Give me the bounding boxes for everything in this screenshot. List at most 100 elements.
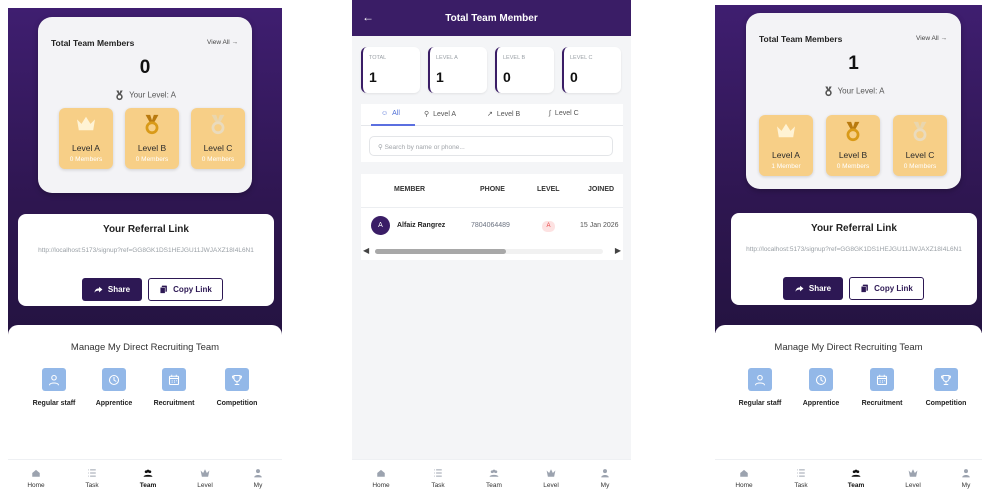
level-crown-icon [185, 468, 225, 478]
tab-level-a[interactable]: ⚲ Level A [424, 110, 457, 119]
copy-link-button[interactable]: Copy Link [849, 277, 924, 300]
level-name: Level B [838, 150, 868, 160]
nav-team[interactable]: Team [474, 468, 514, 489]
nav-home[interactable]: Home [16, 468, 56, 489]
view-all-link[interactable]: View All → [916, 35, 947, 42]
scroll-left-icon[interactable]: ◀ [363, 246, 369, 255]
stat-value: 0 [503, 69, 511, 85]
scroll-right-icon[interactable]: ▶ [615, 246, 621, 255]
regular-staff-item[interactable]: Regular staff [730, 368, 790, 407]
level-a-card[interactable]: Level A 0 Members [59, 108, 113, 169]
your-level-label: Your Level: A [837, 86, 885, 96]
scroll-thumb[interactable] [375, 249, 506, 254]
recruitment-item[interactable]: Recruitment [852, 368, 912, 407]
stat-key: TOTAL [369, 55, 387, 61]
silver-medal-icon [893, 121, 947, 143]
apprentice-item[interactable]: Apprentice [84, 368, 144, 407]
tab-level-c[interactable]: ∫ Level C [549, 110, 579, 117]
nav-task[interactable]: Task [72, 468, 112, 489]
manage-team-section: Manage My Direct Recruiting Team Regular… [715, 325, 982, 459]
nav-task[interactable]: Task [418, 468, 458, 489]
nav-home[interactable]: Home [724, 468, 764, 489]
tab-label: Level A [433, 110, 457, 118]
header-bar: ← Total Team Member [352, 0, 631, 36]
bottom-nav: Home Task Team Level My [8, 459, 282, 491]
share-button[interactable]: Share [82, 278, 142, 301]
your-level: Your Level: A [746, 86, 961, 97]
team-summary-title: Total Team Members [759, 34, 843, 44]
copy-icon [159, 285, 168, 294]
item-label: Apprentice [95, 400, 133, 407]
nav-home[interactable]: Home [361, 468, 401, 489]
your-level: Your Level: A [38, 90, 252, 101]
item-label: Apprentice [802, 400, 840, 407]
referral-card: Your Referral Link http://localhost:5173… [731, 213, 977, 305]
level-b-card[interactable]: Level B 0 Members [125, 108, 179, 169]
nav-label: Task [794, 482, 808, 489]
share-button[interactable]: Share [783, 277, 843, 300]
team-member-screen: ← Total Team Member TOTAL 1 LEVEL A 1 LEVE… [352, 0, 631, 491]
stats-row: TOTAL 1 LEVEL A 1 LEVEL B 0 LEVEL C 0 [361, 47, 623, 93]
level-a-card[interactable]: Level A 1 Member [759, 115, 813, 176]
bottom-nav: Home Task Team Level My [352, 459, 631, 491]
profile-icon [946, 468, 982, 478]
calendar-icon [870, 368, 894, 391]
gold-medal-icon [826, 121, 880, 143]
referral-title: Your Referral Link [811, 223, 897, 234]
nav-team[interactable]: Team [836, 468, 876, 489]
level-name: Level A [772, 150, 800, 160]
person-icon [42, 368, 66, 391]
item-label: Competition [925, 400, 967, 407]
regular-staff-item[interactable]: Regular staff [24, 368, 84, 407]
header-divider [361, 207, 623, 208]
tab-all[interactable]: ☺ All [381, 110, 400, 117]
users-icon: ☺ [381, 110, 389, 117]
nav-my[interactable]: My [238, 468, 278, 489]
item-label: Regular staff [32, 400, 76, 407]
nav-level[interactable]: Level [185, 468, 225, 489]
team-summary-title: Total Team Members [51, 38, 135, 48]
recruitment-item[interactable]: Recruitment [144, 368, 204, 407]
task-list-icon [781, 468, 821, 478]
trophy-icon: ⚲ [424, 111, 430, 118]
medal-icon [823, 86, 834, 97]
apprentice-item[interactable]: Apprentice [791, 368, 851, 407]
member-name[interactable]: Alfaiz Rangrez [397, 222, 445, 229]
copy-label: Copy Link [874, 284, 913, 293]
level-c-card[interactable]: Level C 0 Members [893, 115, 947, 176]
competition-item[interactable]: Competition [207, 368, 267, 407]
level-c-card[interactable]: Level C 0 Members [191, 108, 245, 169]
level-badge: A [542, 221, 555, 232]
level-crown-icon [531, 468, 571, 478]
trophy-icon [225, 368, 249, 391]
stat-key: LEVEL B [503, 55, 526, 61]
nav-label: My [961, 482, 971, 489]
stat-level-b: LEVEL B 0 [495, 47, 554, 93]
medal-icon [114, 90, 125, 101]
level-b-card[interactable]: Level B 0 Members [826, 115, 880, 176]
nav-my[interactable]: My [585, 468, 625, 489]
competition-item[interactable]: Competition [916, 368, 976, 407]
nav-level[interactable]: Level [531, 468, 571, 489]
col-header-phone: PHONE [480, 186, 505, 193]
copy-link-button[interactable]: Copy Link [148, 278, 223, 301]
level-members: 1 Member [771, 163, 801, 170]
nav-task[interactable]: Task [781, 468, 821, 489]
tab-level-b[interactable]: ↗ Level B [487, 110, 520, 119]
stat-value: 1 [369, 69, 377, 85]
col-header-joined: JOINED [588, 186, 615, 193]
team-icon [836, 468, 876, 478]
item-label: Recruitment [861, 400, 903, 407]
nav-level[interactable]: Level [893, 468, 933, 489]
view-all-link[interactable]: View All → [207, 39, 238, 46]
horizontal-scrollbar[interactable]: ◀ ▶ [361, 246, 623, 256]
team-screen-right: Total Team Members View All → 1 Your Lev… [715, 0, 982, 491]
home-icon [16, 468, 56, 478]
search-input[interactable]: ⚲ Search by name or phone... [369, 136, 613, 156]
share-label: Share [107, 285, 131, 294]
nav-team[interactable]: Team [128, 468, 168, 489]
silver-medal-icon [191, 114, 245, 136]
nav-my[interactable]: My [946, 468, 982, 489]
team-screen-left: Total Team Members View All → 0 Your Lev… [8, 0, 282, 491]
page-title: Total Team Member [445, 13, 538, 24]
